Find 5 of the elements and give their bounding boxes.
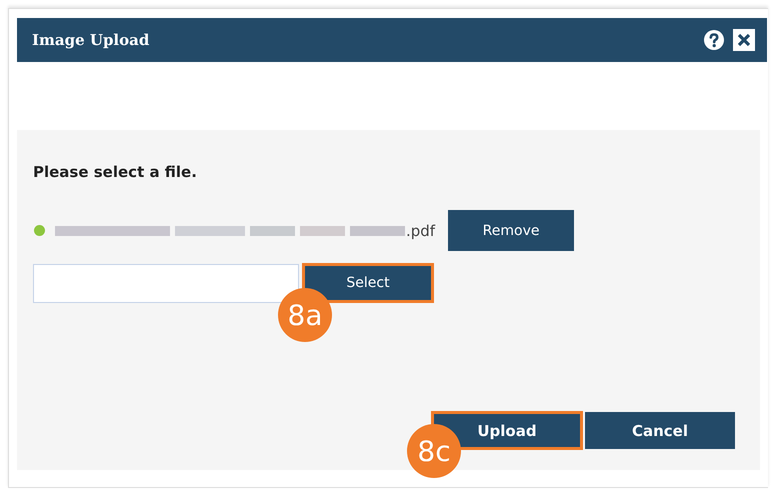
file-extension: .pdf <box>406 222 436 240</box>
window-title: Image Upload <box>32 31 150 49</box>
step-tooltip: 8c <box>407 424 461 478</box>
step-tooltip: 8a <box>278 288 332 342</box>
prompt-text: Please select a file. <box>33 163 198 181</box>
